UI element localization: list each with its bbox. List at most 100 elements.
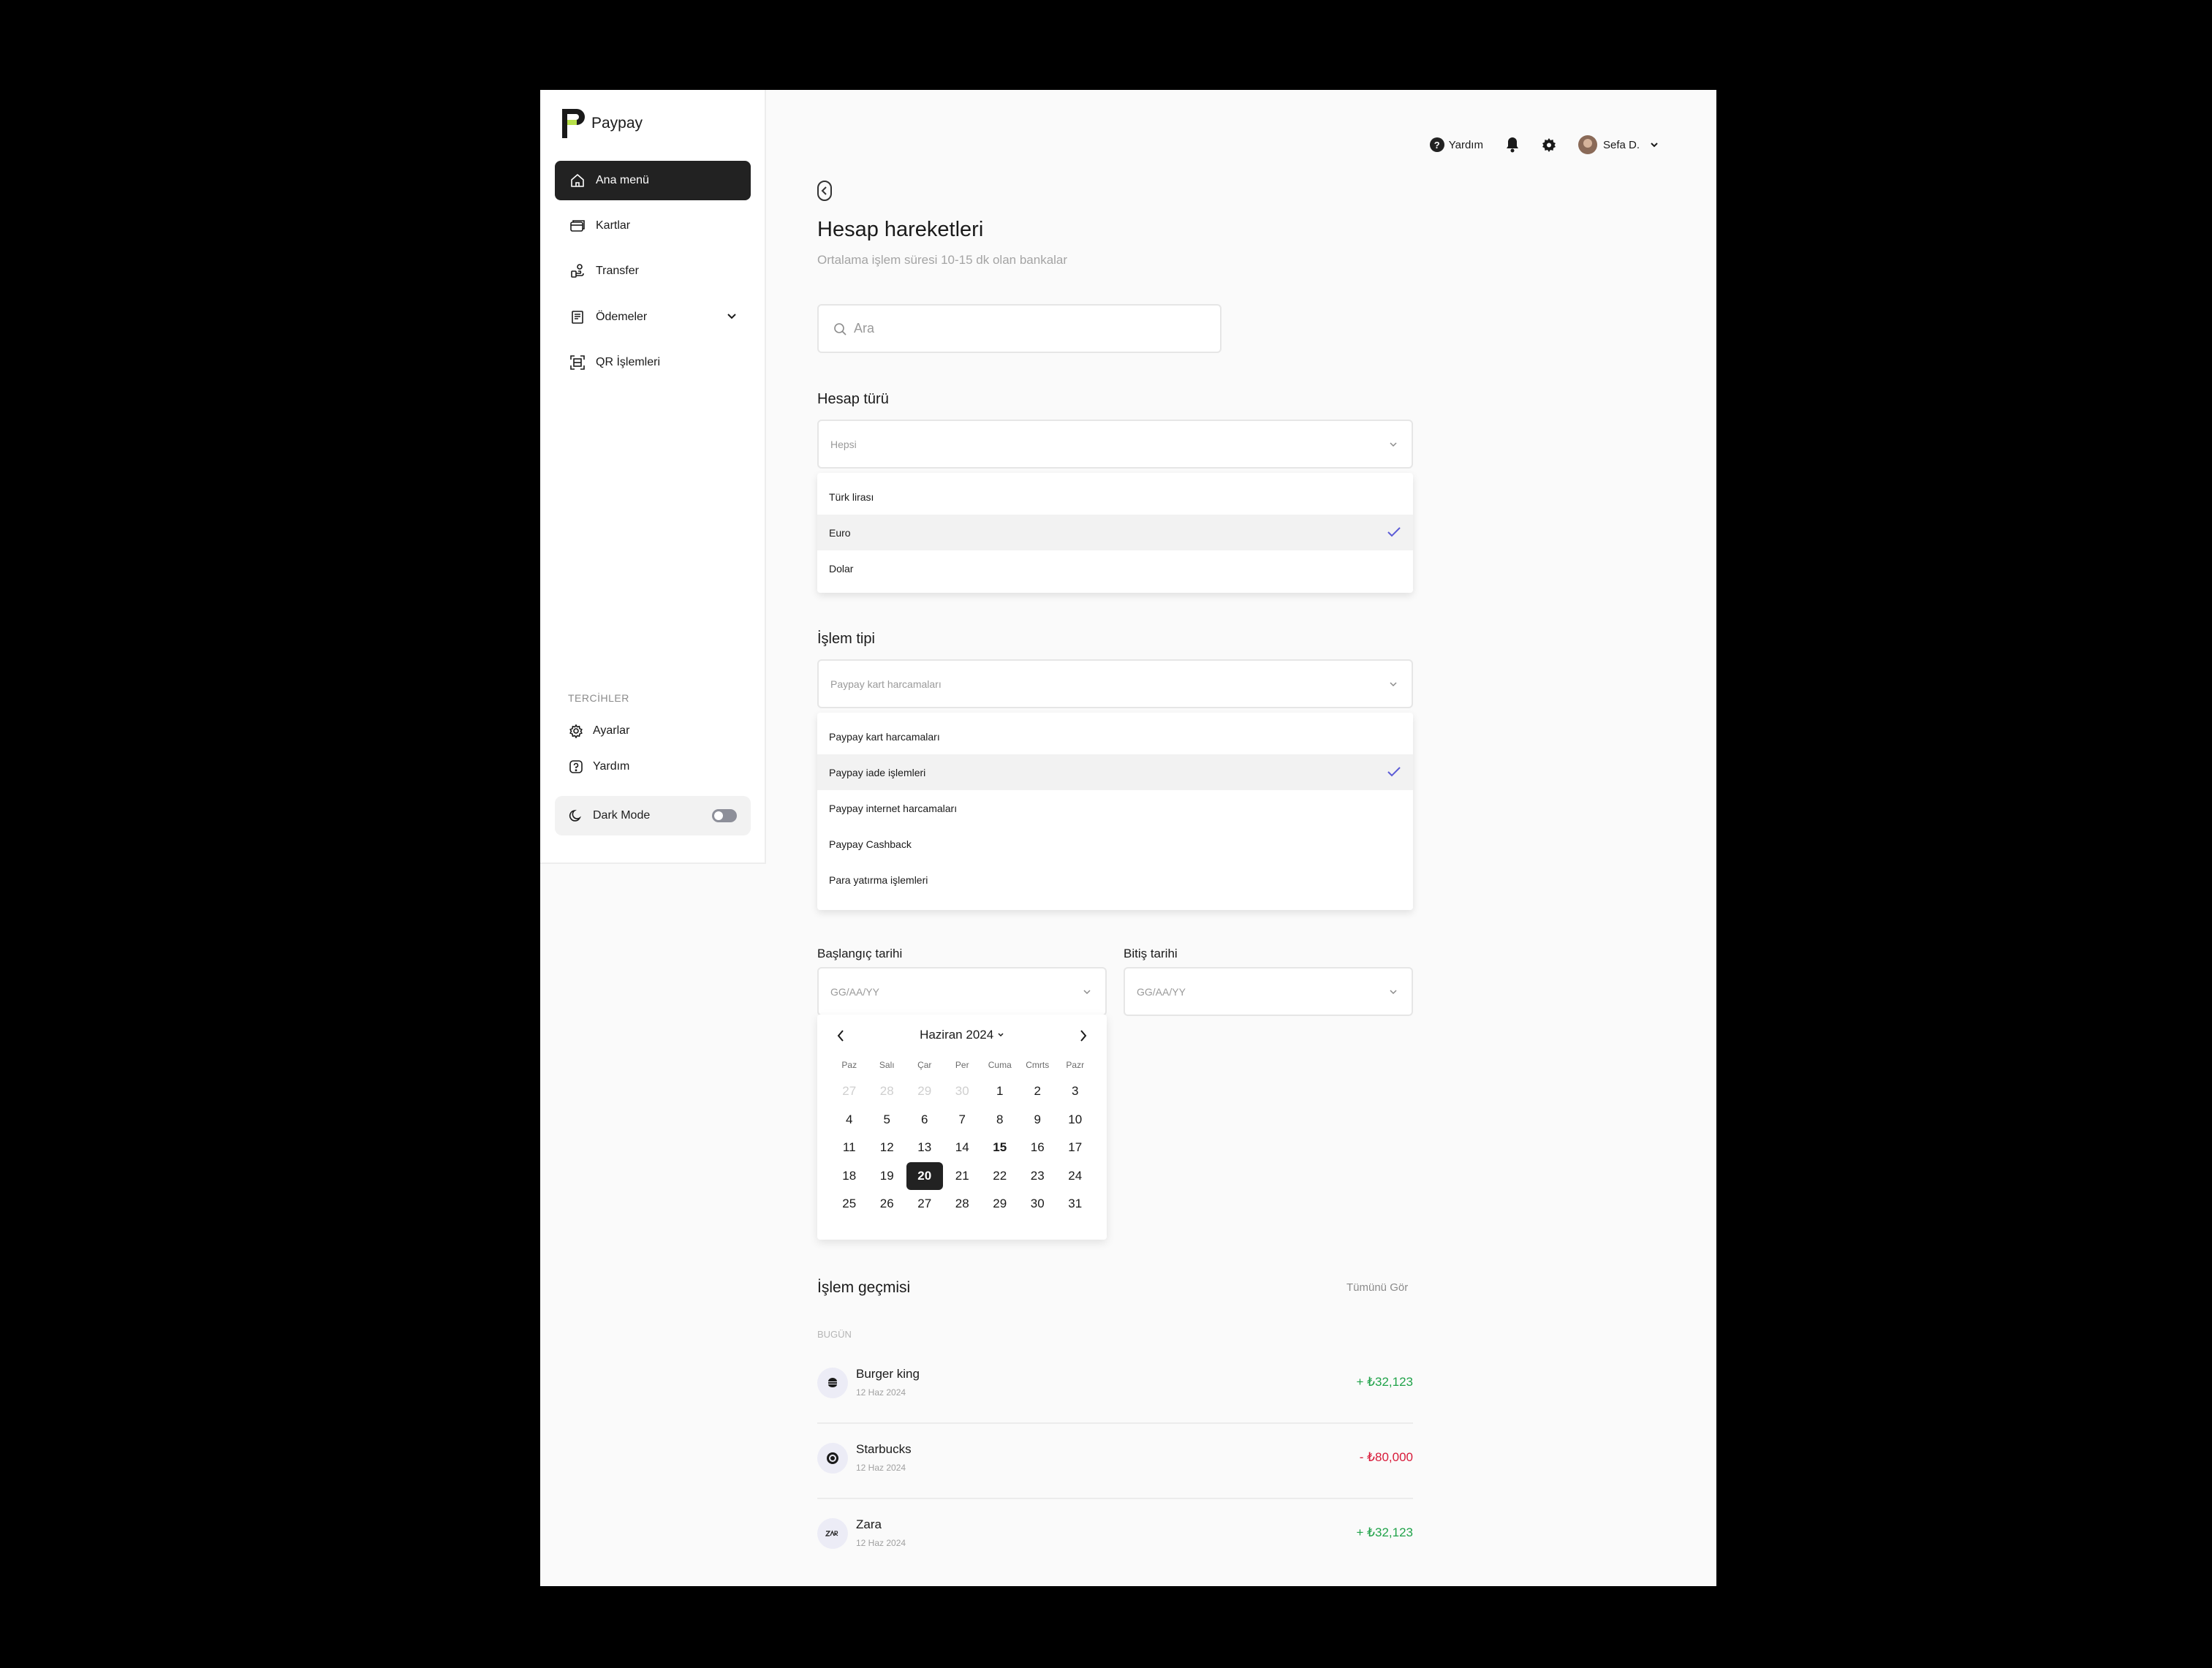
search-icon	[834, 322, 846, 336]
calendar-day[interactable]: 29	[981, 1190, 1019, 1218]
calendar-day[interactable]: 18	[830, 1162, 868, 1191]
transaction-type-dropdown: Paypay kart harcamaları Paypay iade işle…	[817, 713, 1413, 910]
transaction-name: Zara	[856, 1517, 882, 1531]
transaction-type-option[interactable]: Paypay internet harcamaları	[817, 790, 1413, 826]
gear-icon	[568, 723, 584, 739]
paypay-logo-icon	[562, 109, 585, 138]
sidebar-item-transfer[interactable]: Transfer	[555, 251, 751, 291]
sidebar-item-qr-islemleri[interactable]: QR İşlemleri	[555, 343, 751, 382]
calendar-day[interactable]: 26	[868, 1190, 906, 1218]
weekday-label: Salı	[879, 1060, 895, 1070]
transaction-type-label: İşlem tipi	[817, 631, 875, 647]
account-type-select[interactable]: Hepsi	[817, 420, 1413, 469]
chevron-down-icon[interactable]	[726, 310, 738, 325]
calendar-day[interactable]: 9	[1019, 1106, 1057, 1134]
help-button[interactable]: ? Yardım	[1429, 137, 1483, 152]
account-type-dropdown: Türk lirası Euro Dolar	[817, 473, 1413, 593]
calendar-day[interactable]: 28	[944, 1190, 982, 1218]
transaction-type-value: Paypay kart harcamaları	[830, 678, 942, 690]
transaction-type-option[interactable]: Paypay kart harcamaları	[817, 719, 1413, 754]
help-icon	[568, 759, 584, 775]
account-type-option-selected[interactable]: Euro	[817, 515, 1413, 550]
weekday-label: Pazr	[1066, 1060, 1085, 1070]
see-all-link[interactable]: Tümünü Gör	[1346, 1281, 1408, 1294]
calendar-day[interactable]: 1	[981, 1077, 1019, 1106]
calendar-day[interactable]: 21	[944, 1162, 982, 1191]
sidebar-item-yardim[interactable]: Yardım	[568, 759, 629, 775]
transaction-date: 12 Haz 2024	[856, 1463, 906, 1473]
calendar-day-outside-month: 27	[842, 1084, 857, 1099]
brand-logo[interactable]: Paypay	[562, 109, 643, 138]
calendar-day[interactable]: 6	[906, 1106, 944, 1134]
help-label: Yardım	[1448, 138, 1483, 151]
chevron-down-icon	[998, 1033, 1004, 1037]
sidebar-item-label: Ödemeler	[596, 311, 648, 323]
calendar-day[interactable]: 2	[1019, 1077, 1057, 1106]
calendar-day[interactable]: 4	[830, 1106, 868, 1134]
calendar-day-outside-month: 30	[955, 1084, 969, 1099]
home-icon	[568, 171, 587, 190]
end-date-placeholder: GG/AA/YY	[1137, 985, 1186, 998]
calendar-day[interactable]: 24	[1056, 1162, 1094, 1191]
calendar-day[interactable]: 15	[981, 1134, 1019, 1162]
calendar-day[interactable]: 17	[1056, 1134, 1094, 1162]
toggle-knob	[714, 811, 723, 820]
transaction-type-option-selected[interactable]: Paypay iade işlemleri	[817, 754, 1413, 790]
calendar-day[interactable]: 30	[1019, 1190, 1057, 1218]
transaction-amount: + ₺32,123	[1356, 1375, 1413, 1389]
transaction-row[interactable]: Burger king 12 Haz 2024 + ₺32,123	[817, 1349, 1413, 1424]
option-label: Dolar	[829, 562, 854, 575]
previous-month-button[interactable]	[836, 1029, 845, 1046]
dark-mode-label: Dark Mode	[593, 809, 651, 822]
transaction-type-option[interactable]: Para yatırma işlemleri	[817, 862, 1413, 898]
dark-mode-toggle[interactable]	[712, 809, 737, 822]
back-button[interactable]	[817, 181, 832, 201]
chevron-left-icon	[821, 186, 827, 195]
dark-mode-row: Dark Mode	[555, 796, 751, 835]
calendar-day[interactable]: 19	[868, 1162, 906, 1191]
calendar-day[interactable]: 8	[981, 1106, 1019, 1134]
search-field[interactable]	[817, 304, 1221, 353]
weekday-label: Paz	[841, 1060, 857, 1070]
account-type-option[interactable]: Dolar	[817, 550, 1413, 586]
next-month-button[interactable]	[1079, 1029, 1088, 1046]
sidebar-item-label: Yardım	[593, 760, 630, 773]
transaction-row[interactable]: Zara 12 Haz 2024 + ₺32,123	[817, 1500, 1413, 1574]
zara-logo-icon	[817, 1518, 848, 1549]
calendar-day[interactable]: 27	[906, 1190, 944, 1218]
account-type-option[interactable]: Türk lirası	[817, 479, 1413, 515]
calendar-day[interactable]: 12	[868, 1134, 906, 1162]
calendar-day[interactable]: 25	[830, 1190, 868, 1218]
calendar-month-selector[interactable]: Haziran 2024	[817, 1028, 1107, 1042]
calendar-day[interactable]: 7	[944, 1106, 982, 1134]
bell-icon	[1506, 137, 1518, 153]
settings-button[interactable]	[1542, 137, 1556, 152]
sidebar-item-ana-menu[interactable]: Ana menü	[555, 161, 751, 200]
calendar-day[interactable]: 23	[1019, 1162, 1057, 1191]
sidebar-item-kartlar[interactable]: Kartlar	[555, 206, 751, 246]
end-date-select[interactable]: GG/AA/YY	[1124, 967, 1413, 1016]
transaction-type-select[interactable]: Paypay kart harcamaları	[817, 659, 1413, 708]
calendar-day[interactable]: 3	[1056, 1077, 1094, 1106]
calendar-day-selected[interactable]: 20	[906, 1161, 944, 1191]
calendar-day[interactable]: 13	[906, 1134, 944, 1162]
user-menu[interactable]: Sefa D.	[1577, 135, 1659, 154]
calendar-day[interactable]: 16	[1019, 1134, 1057, 1162]
calendar-day[interactable]: 10	[1056, 1106, 1094, 1134]
transaction-name: Starbucks	[856, 1442, 912, 1456]
calendar-day[interactable]: 11	[830, 1134, 868, 1162]
transaction-row[interactable]: Starbucks 12 Haz 2024 - ₺80,000	[817, 1425, 1413, 1499]
calendar-day[interactable]: 5	[868, 1106, 906, 1134]
question-mark-icon: ?	[1429, 137, 1444, 152]
transaction-amount: - ₺80,000	[1359, 1450, 1413, 1464]
sidebar-item-ayarlar[interactable]: Ayarlar	[568, 723, 629, 739]
sidebar-item-odemeler[interactable]: Ödemeler	[555, 297, 751, 337]
start-date-select[interactable]: GG/AA/YY	[817, 967, 1107, 1016]
calendar-day[interactable]: 31	[1056, 1190, 1094, 1218]
search-input[interactable]	[854, 321, 1205, 336]
transaction-name: Burger king	[856, 1367, 920, 1381]
transaction-type-option[interactable]: Paypay Cashback	[817, 826, 1413, 862]
notifications-button[interactable]	[1505, 137, 1520, 153]
calendar-day[interactable]: 22	[981, 1162, 1019, 1191]
calendar-day[interactable]: 14	[944, 1134, 982, 1162]
